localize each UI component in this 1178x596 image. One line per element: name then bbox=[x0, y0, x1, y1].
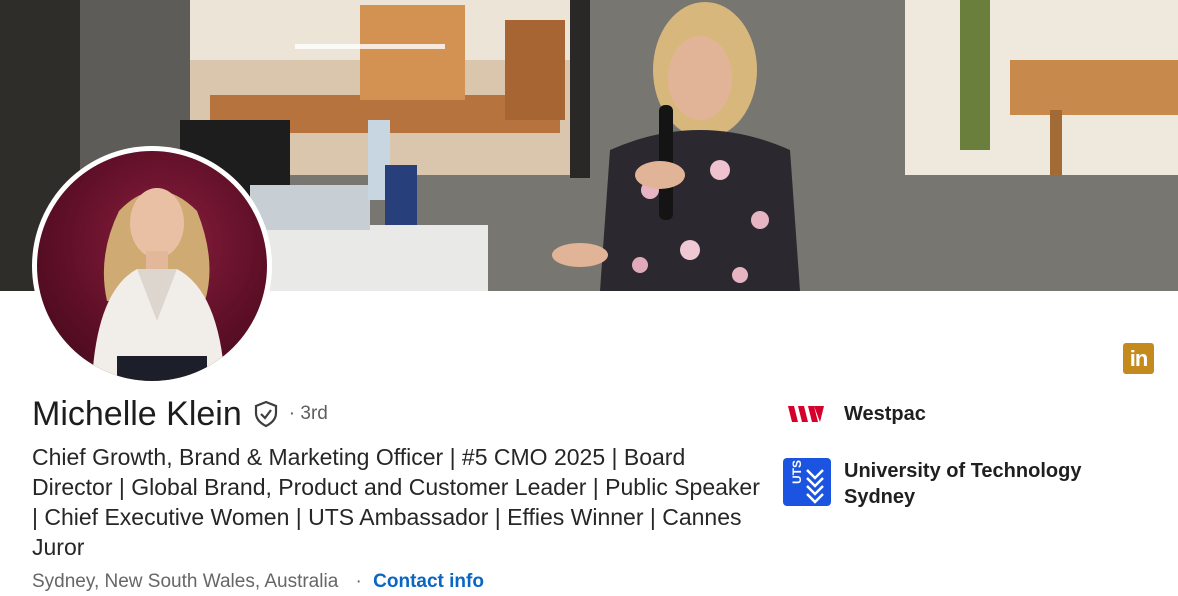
separator-dot: · bbox=[355, 571, 362, 592]
profile-headline: Chief Growth, Brand & Marketing Officer … bbox=[32, 444, 760, 560]
westpac-logo-icon bbox=[788, 406, 824, 422]
verified-shield-icon[interactable] bbox=[251, 399, 281, 429]
profile-photo bbox=[37, 151, 267, 381]
name-row: Michelle Klein · 3rd bbox=[32, 392, 328, 436]
contact-info-link[interactable]: Contact info bbox=[373, 571, 484, 592]
org-name: Westpac bbox=[844, 403, 926, 425]
connection-degree: · 3rd bbox=[288, 403, 328, 424]
profile-name: Michelle Klein bbox=[32, 395, 242, 433]
uts-logo-text: UTS bbox=[790, 460, 804, 484]
org-uts[interactable]: UTS University of Technology Sydney bbox=[783, 458, 1104, 510]
org-name: University of Technology Sydney bbox=[844, 460, 1082, 508]
profile-location: Sydney, New South Wales, Australia bbox=[32, 571, 339, 592]
location-row: Sydney, New South Wales, Australia · Con… bbox=[32, 568, 484, 596]
org-westpac[interactable]: Westpac bbox=[786, 399, 926, 429]
banner-screen-caption bbox=[295, 44, 445, 49]
uts-logo-icon: UTS bbox=[783, 458, 831, 506]
profile-avatar[interactable] bbox=[32, 146, 272, 386]
linkedin-icon[interactable]: in bbox=[1123, 343, 1154, 374]
